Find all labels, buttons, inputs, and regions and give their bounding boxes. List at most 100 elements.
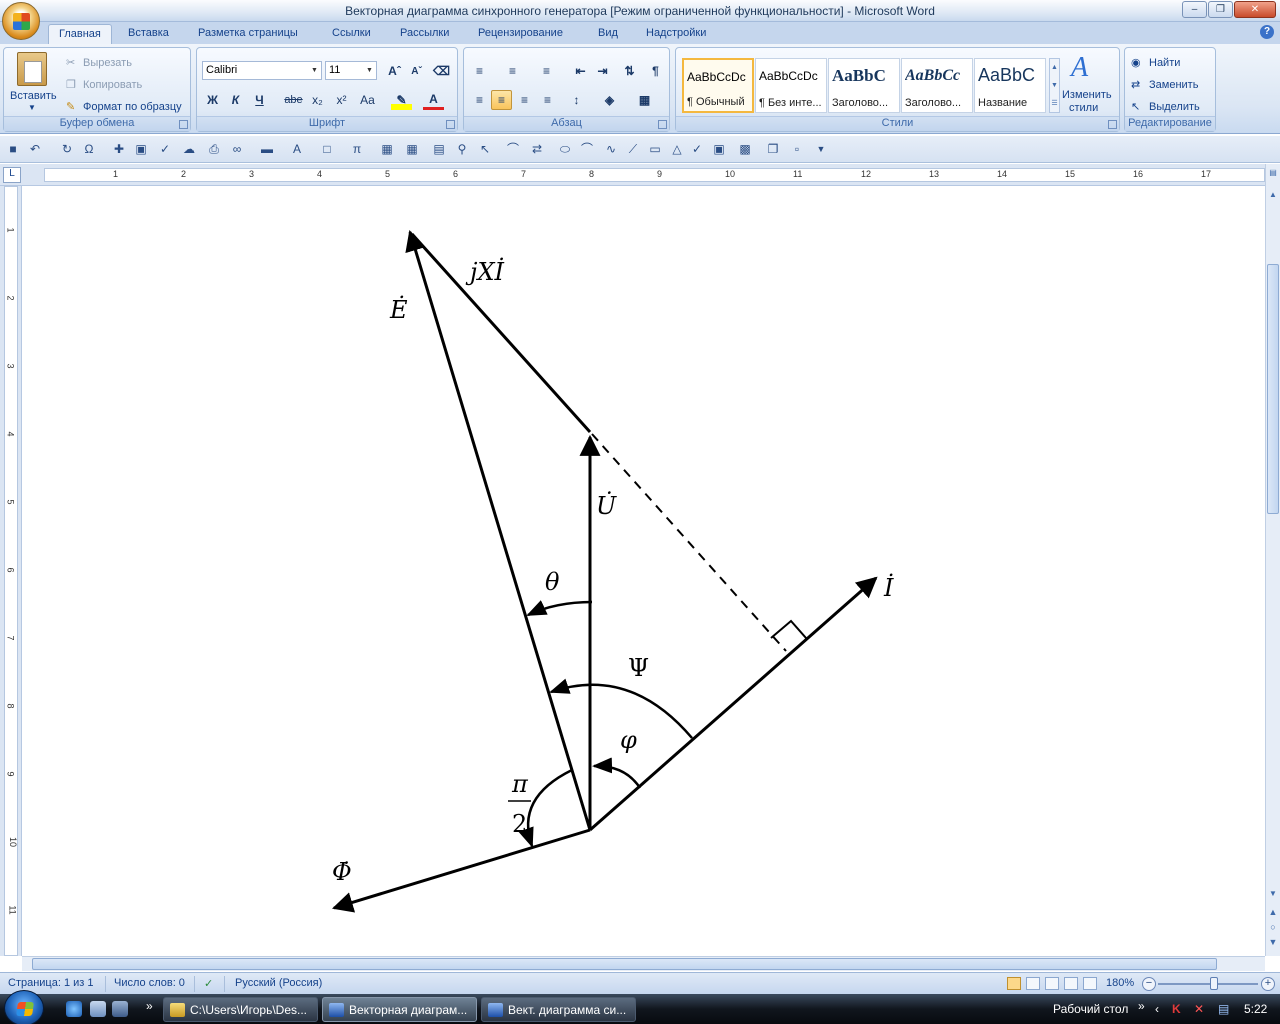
clear-format-icon[interactable]: ⌫ xyxy=(431,61,452,81)
ungroup-icon[interactable]: ▦ xyxy=(405,142,419,156)
browse-object-icon[interactable]: ○ xyxy=(1267,922,1279,932)
connector-icon[interactable]: ⇄ xyxy=(530,142,544,156)
rectangle-icon[interactable]: ▭ xyxy=(648,142,662,156)
save-icon[interactable]: ■ xyxy=(6,142,20,156)
print-layout-view-button[interactable] xyxy=(1007,977,1021,990)
textbox-icon[interactable]: ▤ xyxy=(432,142,446,156)
tray-warning-icon[interactable]: ✕ xyxy=(1194,1002,1204,1016)
paste-icon[interactable] xyxy=(17,52,47,86)
format-painter-button[interactable]: Формат по образцу xyxy=(83,101,182,113)
shrink-font-icon[interactable]: Aˇ xyxy=(406,61,427,81)
tab-selector[interactable]: L xyxy=(3,167,21,183)
shading-icon[interactable]: ◈ xyxy=(599,90,620,110)
symbol-icon[interactable]: Ω xyxy=(82,142,96,156)
arrange-icon[interactable]: ▩ xyxy=(738,142,752,156)
clipboard-launcher-icon[interactable] xyxy=(179,120,188,129)
zoom-level[interactable]: 180% xyxy=(1106,977,1134,989)
font-color-icon[interactable]: A xyxy=(423,90,444,110)
font-name-combo[interactable]: Calibri ▼ xyxy=(202,61,322,80)
line-spacing-icon[interactable]: ↕ xyxy=(566,90,587,110)
proofing-icon[interactable]: ✓ xyxy=(204,977,213,990)
superscript-button[interactable]: x² xyxy=(331,90,352,110)
language-indicator[interactable]: Русский (Россия) xyxy=(235,977,322,989)
find-button[interactable]: Найти xyxy=(1149,57,1180,69)
ie-icon[interactable] xyxy=(66,1001,82,1017)
help-icon[interactable]: ? xyxy=(1260,25,1274,39)
numbering-icon[interactable]: ≡ xyxy=(502,61,523,81)
shape-fill-icon[interactable]: ▬ xyxy=(260,142,274,156)
taskbar-item-explorer[interactable]: C:\Users\Игорь\Des... xyxy=(163,997,318,1022)
curve-icon[interactable]: ⌒ xyxy=(506,142,520,156)
vertical-scroll-thumb[interactable] xyxy=(1267,264,1279,514)
document-page[interactable]: Ė jXİ U̇ θ İ Ψ φ π 2 Φ̇ xyxy=(23,186,1265,956)
scroll-up-icon[interactable]: ▲ xyxy=(1267,190,1279,204)
align-center-icon[interactable]: ≡ xyxy=(491,90,512,110)
bullets-icon[interactable]: ≡ xyxy=(469,61,490,81)
freeform-icon[interactable]: ∿ xyxy=(604,142,618,156)
desktop-toolbar[interactable]: Рабочий стол xyxy=(1053,1002,1128,1016)
styles-scroll[interactable]: ▲ ▼ ☰ xyxy=(1049,58,1060,113)
subscript-button[interactable]: x₂ xyxy=(307,90,328,110)
sort-icon[interactable]: ⇅ xyxy=(619,61,640,81)
spellcheck-icon[interactable]: ✓ xyxy=(690,142,704,156)
grow-font-icon[interactable]: Aˆ xyxy=(384,61,405,81)
tab-page-layout[interactable]: Разметка страницы xyxy=(188,24,308,44)
multilevel-list-icon[interactable]: ≡ xyxy=(536,61,557,81)
switch-windows-icon[interactable] xyxy=(112,1001,128,1017)
taskbar-item-word-2[interactable]: Вект. диаграмма си... xyxy=(481,997,636,1022)
document-icon[interactable]: ▫ xyxy=(790,142,804,156)
start-button[interactable] xyxy=(4,990,44,1024)
align-left-icon[interactable]: ≡ xyxy=(469,90,490,110)
oval-icon[interactable]: ⬭ xyxy=(558,142,572,156)
styles-launcher-icon[interactable] xyxy=(1108,120,1117,129)
tab-home[interactable]: Главная xyxy=(48,24,112,44)
full-screen-view-button[interactable] xyxy=(1026,977,1040,990)
page-counter[interactable]: Страница: 1 из 1 xyxy=(8,977,94,989)
borders-icon[interactable]: ▦ xyxy=(634,90,655,110)
decrease-indent-icon[interactable]: ⇤ xyxy=(570,61,591,81)
next-page-icon[interactable]: ▼ xyxy=(1267,937,1279,947)
expand-quicklaunch-icon[interactable]: » xyxy=(146,999,153,1013)
close-button[interactable]: ✕ xyxy=(1234,1,1276,18)
wordart-icon[interactable]: A xyxy=(290,142,304,156)
tab-review[interactable]: Рецензирование xyxy=(468,24,573,44)
network-icon[interactable]: ▤ xyxy=(1218,1002,1229,1016)
tab-mailings[interactable]: Рассылки xyxy=(390,24,459,44)
taskbar-item-word-1[interactable]: Векторная диаграм... xyxy=(322,997,477,1022)
style-title[interactable]: AaBbC Название xyxy=(974,58,1046,113)
select-objects-icon[interactable]: ↖ xyxy=(478,142,492,156)
vertical-ruler[interactable]: 1 2 3 4 5 6 7 8 9 10 11 xyxy=(0,186,22,956)
undo-icon[interactable]: ↶ xyxy=(28,142,42,156)
tab-insert[interactable]: Вставка xyxy=(118,24,179,44)
vector-diagram[interactable]: Ė jXİ U̇ θ İ Ψ φ π 2 Φ̇ xyxy=(23,186,1265,956)
minimize-button[interactable]: – xyxy=(1182,1,1207,18)
office-button[interactable] xyxy=(2,2,40,40)
vertical-scrollbar[interactable]: ▤ ▲ ▼ ▲ ○ ▼ xyxy=(1265,164,1280,956)
triangle-icon[interactable]: △ xyxy=(670,142,684,156)
font-launcher-icon[interactable] xyxy=(446,120,455,129)
customize-toolbar-icon[interactable]: ▼ xyxy=(814,142,828,156)
strikethrough-button[interactable]: abe xyxy=(283,90,304,110)
crop-icon[interactable]: ✚ xyxy=(112,142,126,156)
tab-view[interactable]: Вид xyxy=(588,24,628,44)
show-desktop-icon[interactable] xyxy=(90,1001,106,1017)
style-normal[interactable]: AaBbCcDc ¶ Обычный xyxy=(682,58,754,113)
align-right-icon[interactable]: ≡ xyxy=(514,90,535,110)
highlight-icon[interactable]: ✎ xyxy=(391,90,412,110)
copy-format-icon[interactable]: ❐ xyxy=(766,142,780,156)
maximize-button[interactable]: ❐ xyxy=(1208,1,1233,18)
spelling-icon[interactable]: ✓ xyxy=(158,142,172,156)
clock[interactable]: 5:22 xyxy=(1244,1002,1267,1016)
underline-button[interactable]: Ч xyxy=(249,90,270,110)
replace-button[interactable]: Заменить xyxy=(1149,79,1198,91)
horizontal-scroll-thumb[interactable] xyxy=(32,958,1217,970)
chevron-down-icon[interactable]: ▼ xyxy=(309,63,320,78)
redo-icon[interactable]: ↻ xyxy=(60,142,74,156)
change-styles-button-line2[interactable]: стили xyxy=(1069,102,1098,114)
word-count[interactable]: Число слов: 0 xyxy=(114,977,185,989)
font-size-combo[interactable]: 11 ▼ xyxy=(325,61,377,80)
style-heading-2[interactable]: AaBbCc Заголово... xyxy=(901,58,973,113)
paste-dropdown-icon[interactable]: ▼ xyxy=(28,103,36,112)
zoom-slider-track[interactable] xyxy=(1158,983,1258,985)
change-styles-button[interactable]: Изменить xyxy=(1062,89,1112,101)
